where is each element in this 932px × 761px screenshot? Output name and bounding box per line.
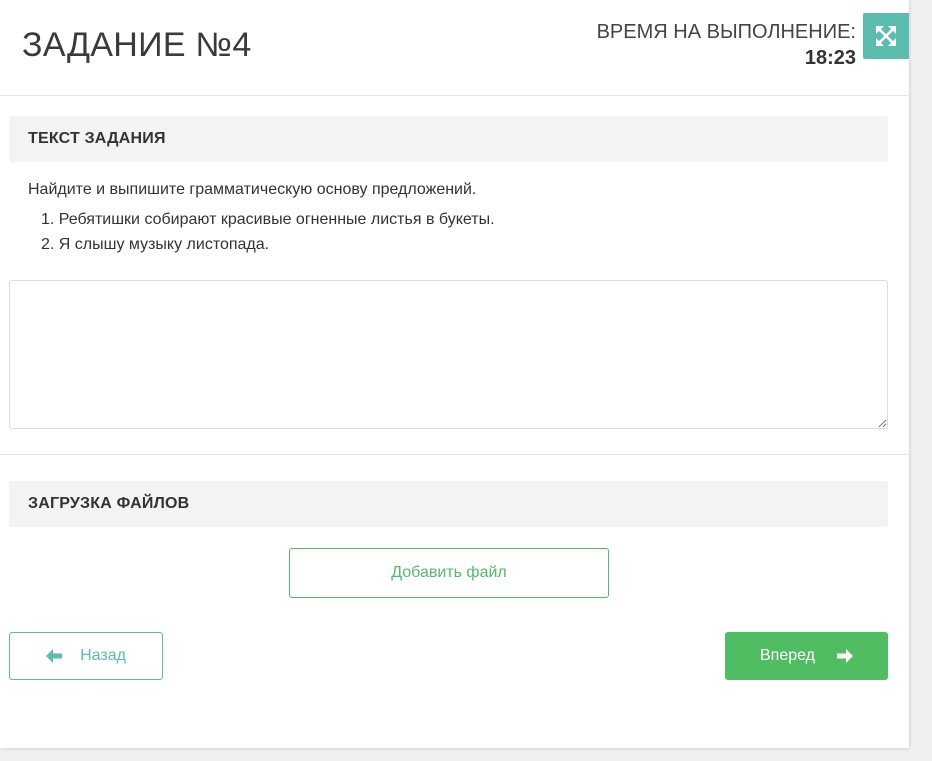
timer-label: ВРЕМЯ НА ВЫПОЛНЕНИЕ: <box>596 21 856 43</box>
section-divider <box>0 454 909 455</box>
arrow-right-icon <box>837 649 853 663</box>
arrow-left-icon <box>46 649 63 663</box>
timer-value: 18:23 <box>804 47 856 69</box>
page-title: ЗАДАНИЕ №4 <box>22 26 252 64</box>
file-upload-section-header: ЗАГРУЗКА ФАЙЛОВ <box>9 481 888 527</box>
task-text-section-title: ТЕКСТ ЗАДАНИЯ <box>28 130 166 147</box>
task-card: ЗАДАНИЕ №4 ВРЕМЯ НА ВЫПОЛНЕНИЕ: 18:23 ТЕ… <box>0 0 909 748</box>
back-label: Назад <box>80 647 126 664</box>
next-button[interactable]: Вперед <box>725 632 888 680</box>
list-item: 2. Я слышу музыку листопада. <box>41 236 270 253</box>
list-item: 1. Ребятишки собирают красивые огненные … <box>41 211 495 228</box>
back-button[interactable]: Назад <box>9 632 163 680</box>
file-upload-section-title: ЗАГРУЗКА ФАЙЛОВ <box>28 495 190 512</box>
task-header: ЗАДАНИЕ №4 ВРЕМЯ НА ВЫПОЛНЕНИЕ: 18:23 <box>0 0 909 96</box>
next-label: Вперед <box>759 647 815 664</box>
answer-textarea[interactable] <box>9 280 888 429</box>
task-text-section-header: ТЕКСТ ЗАДАНИЯ <box>9 116 888 162</box>
add-file-button[interactable]: Добавить файл <box>289 548 609 598</box>
task-sentence-list: 1. Ребятишки собирают красивые огненные … <box>41 210 495 260</box>
expand-arrows-icon <box>875 25 897 47</box>
fullscreen-button[interactable] <box>863 13 909 59</box>
add-file-label: Добавить файл <box>391 564 507 581</box>
task-instruction: Найдите и выпишите грамматическую основу… <box>28 181 477 198</box>
